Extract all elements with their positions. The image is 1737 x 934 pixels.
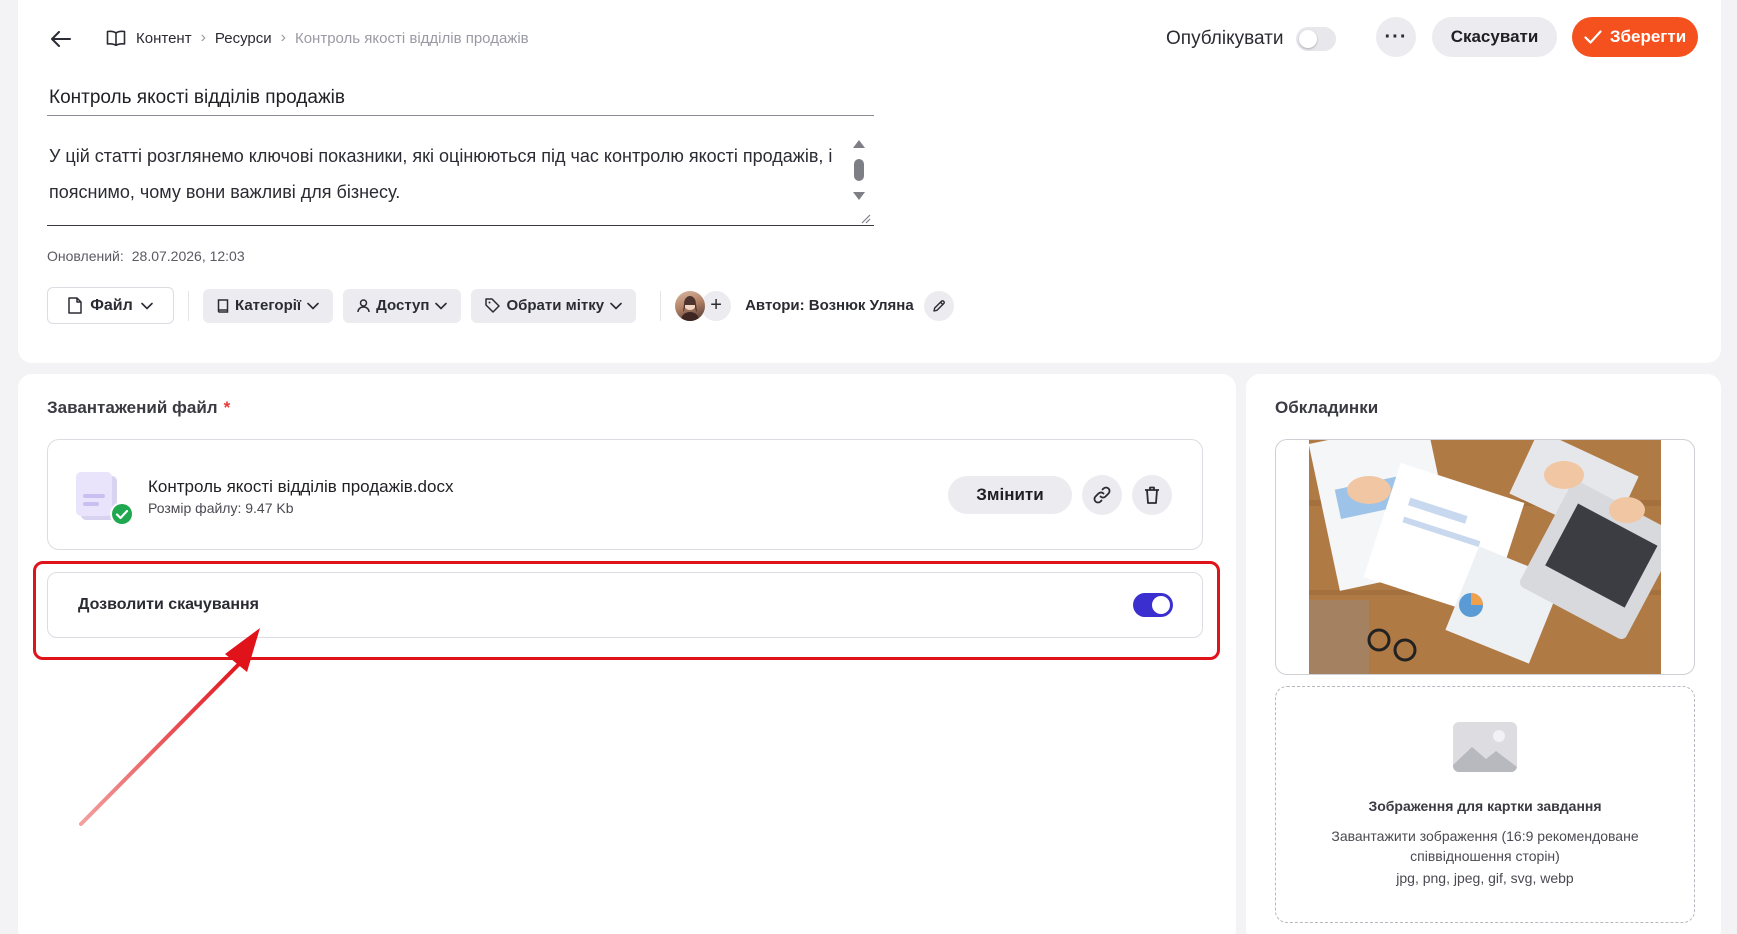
updated-info: Оновлений: 28.07.2026, 12:03 (47, 248, 245, 264)
breadcrumb-item-content[interactable]: Контент (136, 30, 192, 47)
description-textarea[interactable]: У цій статті розглянемо ключові показник… (47, 138, 874, 226)
upload-formats: jpg, png, jpeg, gif, svg, webp (1396, 870, 1574, 886)
image-placeholder-icon (1453, 722, 1517, 772)
description-scrollbar[interactable] (852, 140, 866, 206)
breadcrumb: Контент › Ресурси › Контроль якості відд… (106, 27, 529, 49)
document-success-icon (76, 472, 134, 526)
authors-label: Автори: Вознюк Уляна (745, 297, 914, 314)
required-mark: * (223, 398, 231, 417)
toolbar-divider (188, 290, 189, 321)
breadcrumb-item-current: Контроль якості відділів продажів (294, 29, 529, 47)
back-button[interactable] (44, 22, 78, 56)
updated-value: 28.07.2026, 12:03 (131, 248, 245, 264)
trash-icon (1145, 486, 1159, 504)
tag-label: Обрати мітку (506, 297, 605, 314)
cancel-button[interactable]: Скасувати (1432, 17, 1557, 57)
edit-authors-button[interactable] (923, 290, 954, 321)
pencil-icon (932, 299, 945, 312)
publish-toggle[interactable] (1295, 27, 1336, 51)
publish-control: Опублікувати (1166, 22, 1336, 56)
meta-toolbar: Файл Категорії Доступ Обрати мітку + Авт… (47, 287, 954, 324)
categories-dropdown[interactable]: Категорії (203, 288, 334, 323)
categories-label: Категорії (235, 297, 302, 314)
chevron-down-icon (307, 302, 319, 310)
updated-label: Оновлений: (47, 248, 124, 264)
covers-title: Обкладинки (1275, 398, 1379, 417)
chevron-down-icon (140, 302, 153, 310)
file-size: Розмір файлу: 9.47 Kb (148, 500, 294, 516)
tag-dropdown[interactable]: Обрати мітку (471, 288, 637, 323)
more-options-button[interactable]: ··· (1376, 17, 1416, 57)
more-dots-icon: ··· (1384, 25, 1408, 48)
uploaded-file-title-text: Завантажений файл (47, 398, 218, 417)
copy-link-button[interactable] (1082, 475, 1122, 515)
file-icon (68, 297, 82, 314)
arrow-left-icon (51, 31, 71, 47)
scroll-up-arrow-icon[interactable] (853, 140, 865, 148)
file-dropdown-label: Файл (90, 296, 133, 314)
title-input[interactable]: Контроль якості відділів продажів (47, 80, 874, 116)
plus-icon: + (710, 294, 722, 316)
access-dropdown[interactable]: Доступ (343, 288, 462, 323)
cover-photo-image[interactable] (1309, 440, 1661, 674)
save-label: Зберегти (1609, 27, 1687, 46)
upload-title: Зображення для картки завдання (1368, 798, 1602, 814)
allow-download-label: Дозволити скачування (78, 596, 260, 613)
chevron-right-icon: › (280, 29, 286, 46)
uploaded-file-title: Завантажений файл * (47, 398, 230, 418)
book-small-icon (217, 298, 229, 313)
resize-grip-icon[interactable] (859, 212, 871, 224)
breadcrumb-item-resources[interactable]: Ресурси (215, 30, 272, 47)
chevron-down-icon (435, 302, 448, 310)
access-label: Доступ (376, 297, 430, 314)
file-name: Контроль якості відділів продажів.docx (148, 477, 454, 496)
delete-file-button[interactable] (1132, 475, 1172, 515)
book-icon (106, 30, 126, 46)
allow-download-toggle[interactable] (1133, 593, 1173, 617)
scroll-down-arrow-icon[interactable] (853, 192, 865, 200)
author-avatar[interactable] (675, 290, 706, 321)
tag-icon (485, 298, 501, 313)
link-icon (1093, 486, 1111, 504)
chevron-down-icon (610, 302, 622, 310)
upload-hint: Завантажити зображення (16:9 рекомендова… (1331, 828, 1639, 864)
change-file-button[interactable]: Змінити (948, 476, 1072, 514)
chevron-right-icon: › (200, 29, 206, 46)
file-dropdown-button[interactable]: Файл (47, 287, 174, 324)
add-author-button[interactable]: + (701, 290, 732, 321)
scroll-thumb[interactable] (854, 159, 864, 181)
publish-label: Опублікувати (1166, 28, 1284, 49)
user-icon (357, 298, 370, 312)
toolbar-divider (660, 290, 662, 321)
check-icon (1584, 30, 1602, 44)
save-button[interactable]: Зберегти (1572, 17, 1698, 57)
